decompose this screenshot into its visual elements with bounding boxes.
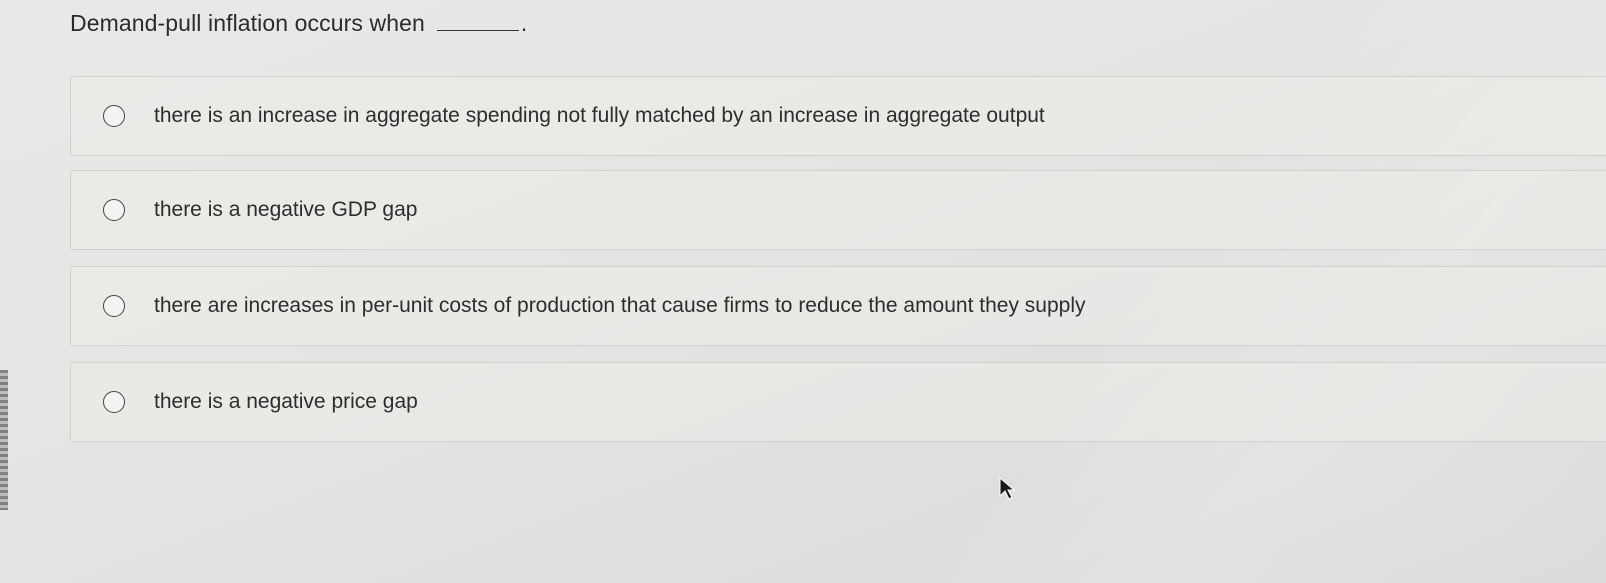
quiz-screen: Demand-pull inflation occurs when . ther…	[0, 0, 1606, 583]
question-text: Demand-pull inflation occurs when	[70, 10, 425, 36]
answer-option-label: there are increases in per-unit costs of…	[154, 294, 1086, 317]
answer-option-4[interactable]: there is a negative price gap	[70, 362, 1606, 442]
question-prompt: Demand-pull inflation occurs when .	[70, 10, 527, 37]
answer-option-label: there is an increase in aggregate spendi…	[154, 104, 1045, 127]
radio-button-icon[interactable]	[103, 391, 125, 413]
answer-option-label: there is a negative price gap	[154, 390, 418, 413]
answer-blank	[436, 12, 519, 31]
question-end-mark: .	[520, 10, 528, 36]
radio-button-icon[interactable]	[103, 199, 125, 221]
radio-button-icon[interactable]	[103, 295, 125, 317]
answer-option-2[interactable]: there is a negative GDP gap	[70, 170, 1606, 250]
mouse-pointer-icon	[999, 476, 1016, 500]
radio-button-icon[interactable]	[103, 105, 125, 127]
answer-option-label: there is a negative GDP gap	[154, 198, 418, 221]
answer-option-1[interactable]: there is an increase in aggregate spendi…	[70, 76, 1606, 156]
answer-option-3[interactable]: there are increases in per-unit costs of…	[70, 266, 1606, 346]
screen-edge-artifact	[0, 370, 8, 510]
